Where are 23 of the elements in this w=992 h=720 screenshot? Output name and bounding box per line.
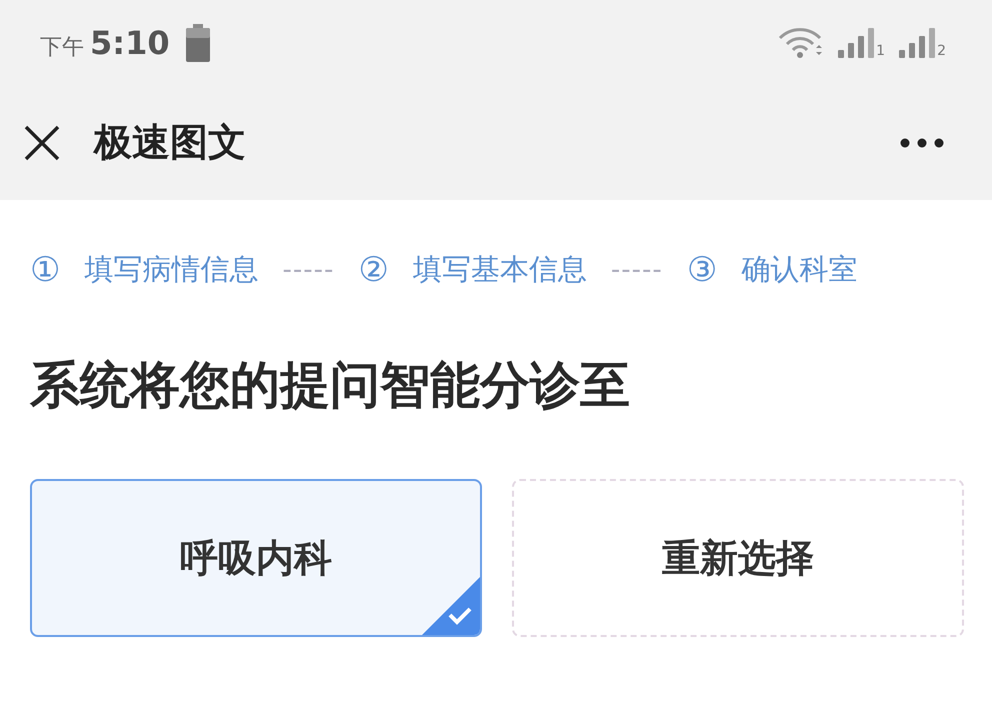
sim-number: 2	[937, 44, 946, 58]
department-option[interactable]: 呼吸内科	[30, 479, 482, 637]
sim-number: 1	[876, 44, 886, 58]
step-separator: -----	[282, 255, 334, 285]
step-number: ①	[30, 250, 60, 290]
department-option[interactable]: 重新选择	[512, 479, 964, 637]
signal-icon	[838, 28, 874, 58]
page-title: 极速图文	[94, 119, 247, 166]
heading: 系统将您的提问智能分诊至	[30, 355, 631, 416]
signal-icon	[899, 28, 936, 58]
step-number: ②	[358, 250, 389, 290]
more-button[interactable]	[900, 138, 944, 148]
time-period: 下午	[40, 34, 84, 62]
close-button[interactable]	[24, 124, 60, 160]
battery-icon	[186, 24, 210, 62]
step-separator: -----	[610, 255, 663, 285]
step-number: ③	[686, 250, 718, 290]
check-icon	[422, 577, 480, 635]
wifi-icon	[778, 28, 824, 58]
clock-time: 5:10	[90, 24, 170, 62]
step-label: 填写病情信息	[84, 251, 258, 288]
step-label: 填写基本信息	[412, 251, 587, 288]
step-label: 确认科室	[741, 251, 858, 288]
